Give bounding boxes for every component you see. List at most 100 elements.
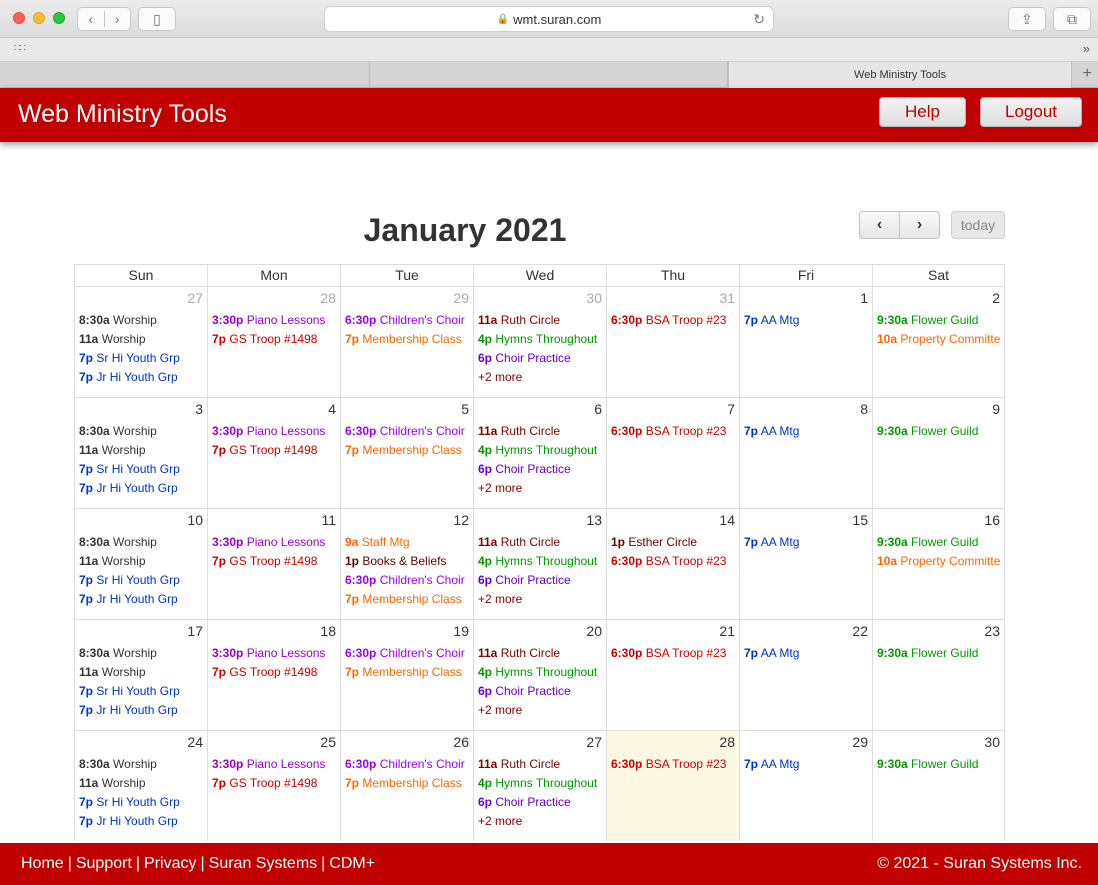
calendar-event[interactable]: 7p GS Troop #1498 <box>212 552 340 571</box>
calendar-day-cell[interactable]: 30 11a Ruth Circle 4p Hymns Throughout 6p C… <box>473 287 606 397</box>
calendar-day-cell[interactable]: 21 6:30p BSA Troop #23 <box>606 620 739 730</box>
calendar-event[interactable]: 6p Choir Practice <box>478 349 606 368</box>
calendar-event[interactable]: 7p GS Troop #1498 <box>212 441 340 460</box>
calendar-event[interactable]: 9:30a Flower Guild <box>877 644 1004 663</box>
calendar-event[interactable]: 7p Membership Class <box>345 774 473 793</box>
calendar-day-cell[interactable]: 28 3:30p Piano Lessons 7p GS Troop #1498 <box>207 287 340 397</box>
calendar-event[interactable]: 6:30p BSA Troop #23 <box>611 422 739 441</box>
calendar-event[interactable]: 9:30a Flower Guild <box>877 311 1004 330</box>
browser-tab-2[interactable] <box>370 62 728 88</box>
browser-tab-active[interactable]: Web Ministry Tools <box>728 62 1072 88</box>
close-window-icon[interactable] <box>13 12 25 24</box>
calendar-event[interactable]: 7p Sr Hi Youth Grp <box>79 793 207 812</box>
calendar-event[interactable]: 7p AA Mtg <box>744 755 872 774</box>
calendar-event[interactable]: 8:30a Worship <box>79 311 207 330</box>
calendar-event[interactable]: 11a Ruth Circle <box>478 422 606 441</box>
day-number[interactable]: 3 <box>195 401 203 417</box>
back-icon[interactable]: ‹ <box>78 11 104 27</box>
calendar-day-cell[interactable]: 22 7p AA Mtg <box>739 620 872 730</box>
calendar-day-cell[interactable]: 2 9:30a Flower Guild 10a Property Committe <box>872 287 1005 397</box>
day-number[interactable]: 13 <box>586 512 602 528</box>
calendar-event[interactable]: 6:30p Children's Choir <box>345 755 473 774</box>
address-bar[interactable]: 🔒 wmt.suran.com ↻ <box>324 6 774 32</box>
calendar-day-cell[interactable]: 3 8:30a Worship 11a Worship 7p Sr Hi Youth … <box>74 398 207 508</box>
day-number[interactable]: 4 <box>328 401 336 417</box>
footer-link-support[interactable]: Support <box>76 855 132 872</box>
day-number[interactable]: 7 <box>727 401 735 417</box>
forward-icon[interactable]: › <box>103 11 131 27</box>
calendar-event[interactable]: 6:30p Children's Choir <box>345 311 473 330</box>
calendar-event[interactable]: 7p AA Mtg <box>744 422 872 441</box>
calendar-day-cell[interactable]: 11 3:30p Piano Lessons 7p GS Troop #1498 <box>207 509 340 619</box>
day-number[interactable]: 15 <box>852 512 868 528</box>
calendar-day-cell[interactable]: 10 8:30a Worship 11a Worship 7p Sr Hi Youth… <box>74 509 207 619</box>
day-number[interactable]: 12 <box>453 512 469 528</box>
calendar-event[interactable]: 3:30p Piano Lessons <box>212 311 340 330</box>
day-number[interactable]: 11 <box>321 512 336 528</box>
calendar-event[interactable]: 11a Ruth Circle <box>478 755 606 774</box>
more-events-link[interactable]: +2 more <box>478 701 606 720</box>
calendar-event[interactable]: 8:30a Worship <box>79 533 207 552</box>
calendar-day-cell[interactable]: 15 7p AA Mtg <box>739 509 872 619</box>
calendar-event[interactable]: 11a Worship <box>79 774 207 793</box>
more-favorites-icon[interactable]: » <box>1083 41 1090 56</box>
show-tabs-icon[interactable]: ⧉ <box>1053 7 1091 31</box>
calendar-event[interactable]: 10a Property Committe <box>877 330 1004 349</box>
calendar-event[interactable]: 7p AA Mtg <box>744 311 872 330</box>
calendar-event[interactable]: 6:30p Children's Choir <box>345 571 473 590</box>
minimize-window-icon[interactable] <box>33 12 45 24</box>
day-number[interactable]: 28 <box>320 290 336 306</box>
calendar-event[interactable]: 7p Jr Hi Youth Grp <box>79 812 207 831</box>
calendar-event[interactable]: 7p GS Troop #1498 <box>212 774 340 793</box>
browser-tab-1[interactable] <box>0 62 370 88</box>
footer-link-privacy[interactable]: Privacy <box>144 855 196 872</box>
calendar-event[interactable]: 8:30a Worship <box>79 644 207 663</box>
calendar-event[interactable]: 11a Ruth Circle <box>478 311 606 330</box>
calendar-event[interactable]: 6p Choir Practice <box>478 571 606 590</box>
day-number[interactable]: 25 <box>320 734 336 750</box>
day-number[interactable]: 22 <box>852 623 868 639</box>
calendar-day-cell[interactable]: 23 9:30a Flower Guild <box>872 620 1005 730</box>
footer-link-cdm[interactable]: CDM+ <box>329 855 375 872</box>
day-number[interactable]: 29 <box>453 290 469 306</box>
calendar-day-cell[interactable]: 5 6:30p Children's Choir 7p Membership Cla… <box>340 398 473 508</box>
calendar-event[interactable]: 11a Worship <box>79 663 207 682</box>
day-number[interactable]: 17 <box>187 623 203 639</box>
calendar-day-cell[interactable]: 29 7p AA Mtg <box>739 731 872 841</box>
calendar-event[interactable]: 7p Membership Class <box>345 590 473 609</box>
calendar-event[interactable]: 7p GS Troop #1498 <box>212 330 340 349</box>
calendar-event[interactable]: 3:30p Piano Lessons <box>212 533 340 552</box>
calendar-day-cell[interactable]: 31 6:30p BSA Troop #23 <box>606 287 739 397</box>
calendar-event[interactable]: 3:30p Piano Lessons <box>212 644 340 663</box>
calendar-event[interactable]: 1p Books & Beliefs <box>345 552 473 571</box>
day-number[interactable]: 30 <box>586 290 602 306</box>
help-button[interactable]: Help <box>879 97 966 127</box>
calendar-event[interactable]: 7p Membership Class <box>345 441 473 460</box>
calendar-event[interactable]: 6:30p BSA Troop #23 <box>611 311 739 330</box>
sidebar-toggle-icon[interactable]: ▯ <box>138 7 176 31</box>
calendar-event[interactable]: 3:30p Piano Lessons <box>212 422 340 441</box>
day-number[interactable]: 26 <box>453 734 469 750</box>
calendar-event[interactable]: 7p Sr Hi Youth Grp <box>79 571 207 590</box>
calendar-event[interactable]: 7p Jr Hi Youth Grp <box>79 479 207 498</box>
next-month-button[interactable]: › <box>899 212 939 238</box>
calendar-day-cell[interactable]: 19 6:30p Children's Choir 7p Membership Cl… <box>340 620 473 730</box>
calendar-event[interactable]: 11a Worship <box>79 441 207 460</box>
day-number[interactable]: 21 <box>719 623 735 639</box>
day-number[interactable]: 2 <box>992 290 1000 306</box>
day-number[interactable]: 20 <box>586 623 602 639</box>
day-number[interactable]: 29 <box>852 734 868 750</box>
day-number[interactable]: 18 <box>320 623 336 639</box>
calendar-event[interactable]: 4p Hymns Throughout <box>478 441 606 460</box>
calendar-event[interactable]: 7p Membership Class <box>345 663 473 682</box>
calendar-day-cell[interactable]: 27 8:30a Worship 11a Worship 7p Sr Hi Youth… <box>74 287 207 397</box>
calendar-event[interactable]: 6p Choir Practice <box>478 793 606 812</box>
today-button[interactable]: today <box>951 211 1005 239</box>
calendar-day-cell[interactable]: 27 11a Ruth Circle 4p Hymns Throughout 6p C… <box>473 731 606 841</box>
zoom-window-icon[interactable] <box>53 12 65 24</box>
day-number[interactable]: 27 <box>586 734 602 750</box>
calendar-event[interactable]: 11a Ruth Circle <box>478 644 606 663</box>
calendar-event[interactable]: 7p AA Mtg <box>744 533 872 552</box>
calendar-day-cell[interactable]: 20 11a Ruth Circle 4p Hymns Throughout 6p C… <box>473 620 606 730</box>
calendar-event[interactable]: 7p Sr Hi Youth Grp <box>79 682 207 701</box>
